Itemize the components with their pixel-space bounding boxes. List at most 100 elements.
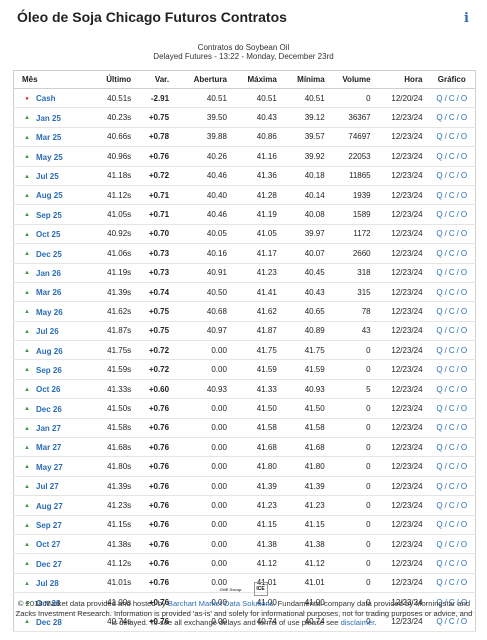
- quote-link[interactable]: Q: [436, 229, 442, 238]
- chart-link[interactable]: C: [449, 326, 455, 335]
- options-link[interactable]: O: [461, 423, 467, 432]
- contract-month-link[interactable]: Jul 26: [36, 327, 59, 336]
- chart-link[interactable]: C: [449, 132, 455, 141]
- chart-link[interactable]: C: [449, 94, 455, 103]
- options-link[interactable]: O: [461, 540, 467, 549]
- quote-link[interactable]: Q: [436, 501, 442, 510]
- chart-link[interactable]: C: [449, 423, 455, 432]
- options-link[interactable]: O: [461, 210, 467, 219]
- options-link[interactable]: O: [461, 307, 467, 316]
- contract-month-link[interactable]: Mar 25: [36, 133, 61, 142]
- contract-month-link[interactable]: Dec 25: [36, 250, 62, 259]
- quote-link[interactable]: Q: [436, 210, 442, 219]
- info-icon[interactable]: i: [464, 11, 469, 26]
- contract-month-link[interactable]: Jan 26: [36, 269, 61, 278]
- chart-link[interactable]: C: [449, 268, 455, 277]
- options-link[interactable]: O: [461, 365, 467, 374]
- options-link[interactable]: O: [461, 94, 467, 103]
- options-link[interactable]: O: [461, 346, 467, 355]
- options-link[interactable]: O: [461, 520, 467, 529]
- quote-link[interactable]: Q: [436, 365, 442, 374]
- contract-month-link[interactable]: Oct 26: [36, 385, 60, 394]
- quote-link[interactable]: Q: [436, 94, 442, 103]
- contract-month-link[interactable]: Sep 27: [36, 521, 62, 530]
- contract-month-link[interactable]: Jan 25: [36, 114, 61, 123]
- quote-link[interactable]: Q: [436, 132, 442, 141]
- barchart-link[interactable]: Barchart Market Data Solutions: [168, 599, 274, 608]
- quote-link[interactable]: Q: [436, 423, 442, 432]
- chart-link[interactable]: C: [449, 404, 455, 413]
- chart-link[interactable]: C: [449, 559, 455, 568]
- options-link[interactable]: O: [461, 152, 467, 161]
- chart-link[interactable]: C: [449, 288, 455, 297]
- chart-link[interactable]: C: [449, 229, 455, 238]
- chart-link[interactable]: C: [449, 210, 455, 219]
- contract-month-link[interactable]: Aug 26: [36, 347, 63, 356]
- quote-link[interactable]: Q: [436, 249, 442, 258]
- options-link[interactable]: O: [461, 482, 467, 491]
- quote-link[interactable]: Q: [436, 346, 442, 355]
- chart-link[interactable]: C: [449, 520, 455, 529]
- quote-link[interactable]: Q: [436, 404, 442, 413]
- column-header-open[interactable]: Abertura: [175, 70, 233, 89]
- contract-month-link[interactable]: Dec 26: [36, 405, 62, 414]
- quote-link[interactable]: Q: [436, 443, 442, 452]
- quote-link[interactable]: Q: [436, 520, 442, 529]
- quote-link[interactable]: Q: [436, 152, 442, 161]
- quote-link[interactable]: Q: [436, 191, 442, 200]
- chart-link[interactable]: C: [449, 152, 455, 161]
- chart-link[interactable]: C: [449, 365, 455, 374]
- contract-month-link[interactable]: Cash: [36, 94, 56, 103]
- contract-month-link[interactable]: Dec 27: [36, 560, 62, 569]
- options-link[interactable]: O: [461, 268, 467, 277]
- contract-month-link[interactable]: Mar 27: [36, 443, 61, 452]
- quote-link[interactable]: Q: [436, 540, 442, 549]
- contract-month-link[interactable]: May 27: [36, 463, 63, 472]
- chart-link[interactable]: C: [449, 171, 455, 180]
- chart-link[interactable]: C: [449, 307, 455, 316]
- options-link[interactable]: O: [461, 501, 467, 510]
- chart-link[interactable]: C: [449, 540, 455, 549]
- options-link[interactable]: O: [461, 559, 467, 568]
- contract-month-link[interactable]: Aug 25: [36, 191, 63, 200]
- options-link[interactable]: O: [461, 462, 467, 471]
- column-header-volume[interactable]: Volume: [330, 70, 377, 89]
- contract-month-link[interactable]: Jul 25: [36, 172, 59, 181]
- chart-link[interactable]: C: [449, 482, 455, 491]
- contract-month-link[interactable]: Mar 26: [36, 288, 61, 297]
- contract-month-link[interactable]: Aug 27: [36, 502, 63, 511]
- quote-link[interactable]: Q: [436, 482, 442, 491]
- contract-month-link[interactable]: Jul 27: [36, 482, 59, 491]
- contract-month-link[interactable]: Jan 27: [36, 424, 61, 433]
- column-header-month[interactable]: Mês: [13, 70, 88, 89]
- options-link[interactable]: O: [461, 191, 467, 200]
- quote-link[interactable]: Q: [436, 113, 442, 122]
- contract-month-link[interactable]: Sep 25: [36, 211, 62, 220]
- quote-link[interactable]: Q: [436, 268, 442, 277]
- quote-link[interactable]: Q: [436, 288, 442, 297]
- options-link[interactable]: O: [461, 288, 467, 297]
- contract-month-link[interactable]: May 26: [36, 308, 63, 317]
- contract-month-link[interactable]: Oct 25: [36, 230, 60, 239]
- chart-link[interactable]: C: [449, 191, 455, 200]
- quote-link[interactable]: Q: [436, 462, 442, 471]
- chart-link[interactable]: C: [449, 443, 455, 452]
- column-header-low[interactable]: Mínima: [282, 70, 331, 89]
- quote-link[interactable]: Q: [436, 307, 442, 316]
- options-link[interactable]: O: [461, 443, 467, 452]
- options-link[interactable]: O: [461, 249, 467, 258]
- chart-link[interactable]: C: [449, 249, 455, 258]
- chart-link[interactable]: C: [449, 462, 455, 471]
- chart-link[interactable]: C: [449, 346, 455, 355]
- options-link[interactable]: O: [461, 113, 467, 122]
- options-link[interactable]: O: [461, 171, 467, 180]
- column-header-change[interactable]: Var.: [137, 70, 176, 89]
- quote-link[interactable]: Q: [436, 559, 442, 568]
- column-header-time[interactable]: Hora: [376, 70, 429, 89]
- column-header-high[interactable]: Máxima: [232, 70, 283, 89]
- contract-month-link[interactable]: Oct 27: [36, 540, 60, 549]
- quote-link[interactable]: Q: [436, 171, 442, 180]
- chart-link[interactable]: C: [449, 385, 455, 394]
- column-header-last[interactable]: Último: [87, 70, 138, 89]
- options-link[interactable]: O: [461, 326, 467, 335]
